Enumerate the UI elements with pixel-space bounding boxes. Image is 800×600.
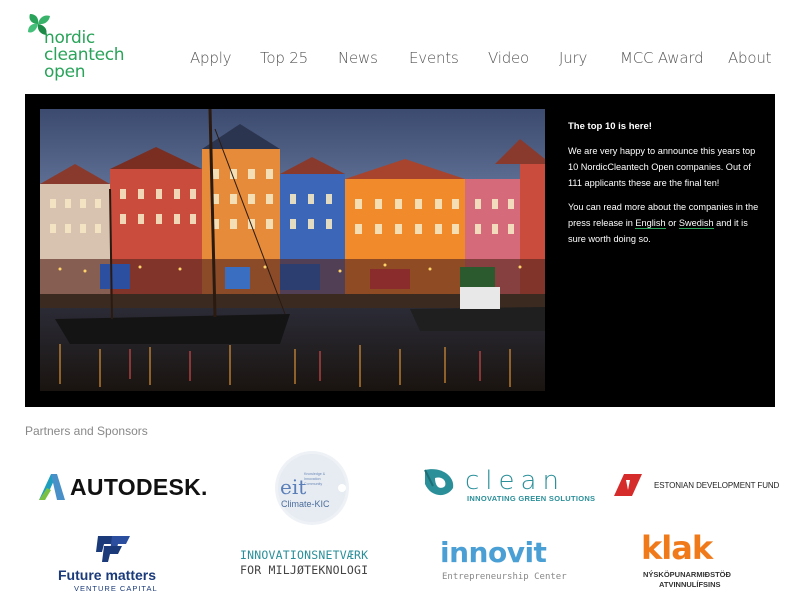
clean-leaf-icon <box>424 469 454 496</box>
clean-wordmark: clean <box>465 466 565 496</box>
innovationsnetvaerk-line-1: INNOVATIONSNETVÆRK <box>240 548 369 562</box>
future-matters-icon <box>96 536 130 562</box>
clean-tagline: INNOVATING GREEN SOLUTIONS <box>467 494 596 503</box>
nav-events[interactable]: Events <box>409 49 459 67</box>
hero-banner: The top 10 is here! We are very happy to… <box>25 94 775 407</box>
hero-photo <box>40 109 545 391</box>
estonian-fund-icon <box>614 474 642 496</box>
nav-news[interactable]: News <box>338 49 378 67</box>
autodesk-icon <box>39 474 65 500</box>
partner-innovit[interactable]: innovit Entrepreneurship Center <box>440 536 580 590</box>
autodesk-wordmark: AUTODESK. <box>70 474 208 500</box>
partner-estonian-development-fund[interactable]: ESTONIAN DEVELOPMENT FUND <box>614 474 779 498</box>
nav-about[interactable]: About <box>728 49 772 67</box>
future-matters-wordmark: Future matters <box>58 567 157 583</box>
eit-subtitle: Climate-KIC <box>281 499 330 509</box>
partner-autodesk[interactable]: AUTODESK. <box>37 470 207 504</box>
future-matters-subtitle: VENTURE CAPITAL <box>74 584 158 593</box>
link-swedish[interactable]: Swedish <box>678 218 714 229</box>
hero-paragraph-1: We are very happy to announce this years… <box>568 146 756 188</box>
partner-klak[interactable]: klak NÝSKÖPUNARMIÐSTÖÐ ATVINNULÍFSINS <box>641 529 751 595</box>
partner-clean[interactable]: clean INNOVATING GREEN SOLUTIONS <box>421 466 595 504</box>
harbor-photo <box>40 109 545 391</box>
nav-top-25[interactable]: Top 25 <box>260 49 308 67</box>
klak-line-1: NÝSKÖPUNARMIÐSTÖÐ <box>643 570 731 579</box>
partner-future-matters[interactable]: Future matters VENTURE CAPITAL <box>58 532 188 596</box>
nav-mcc-award[interactable]: MCC Award <box>620 49 704 67</box>
innovationsnetvaerk-line-2: FOR MILJØTEKNOLOGI <box>240 563 369 577</box>
hero-headline: The top 10 is here! <box>568 121 652 132</box>
site-logo[interactable]: nordic cleantech open <box>26 12 146 82</box>
hero-paragraph-2: You can read more about the companies in… <box>568 199 763 247</box>
eit-tagline: Knowledge & Innovation Community <box>304 472 326 486</box>
hero-text: The top 10 is here! We are very happy to… <box>568 119 763 255</box>
nav-video[interactable]: Video <box>488 49 529 67</box>
partner-innovationsnetvaerk[interactable]: INNOVATIONSNETVÆRK FOR MILJØTEKNOLOGI <box>240 548 390 580</box>
innovit-wordmark: innovit <box>440 536 547 569</box>
klak-wordmark: klak <box>641 529 713 567</box>
estonian-fund-wordmark: ESTONIAN DEVELOPMENT FUND <box>654 481 780 490</box>
paragraph-text-or: or <box>665 218 679 228</box>
nav-apply[interactable]: Apply <box>190 49 232 67</box>
nav-jury[interactable]: Jury <box>559 49 587 67</box>
innovit-subtitle: Entrepreneurship Center <box>442 572 567 582</box>
eit-wordmark: eit <box>280 475 307 499</box>
partners-title: Partners and Sponsors <box>25 424 148 438</box>
partner-eit-climate-kic[interactable]: eit Knowledge & Innovation Community Cli… <box>274 450 354 526</box>
klak-line-2: ATVINNULÍFSINS <box>659 580 721 589</box>
link-english[interactable]: English <box>635 218 666 229</box>
main-nav: Apply Top 25 News Events Video Jury MCC … <box>0 49 800 71</box>
